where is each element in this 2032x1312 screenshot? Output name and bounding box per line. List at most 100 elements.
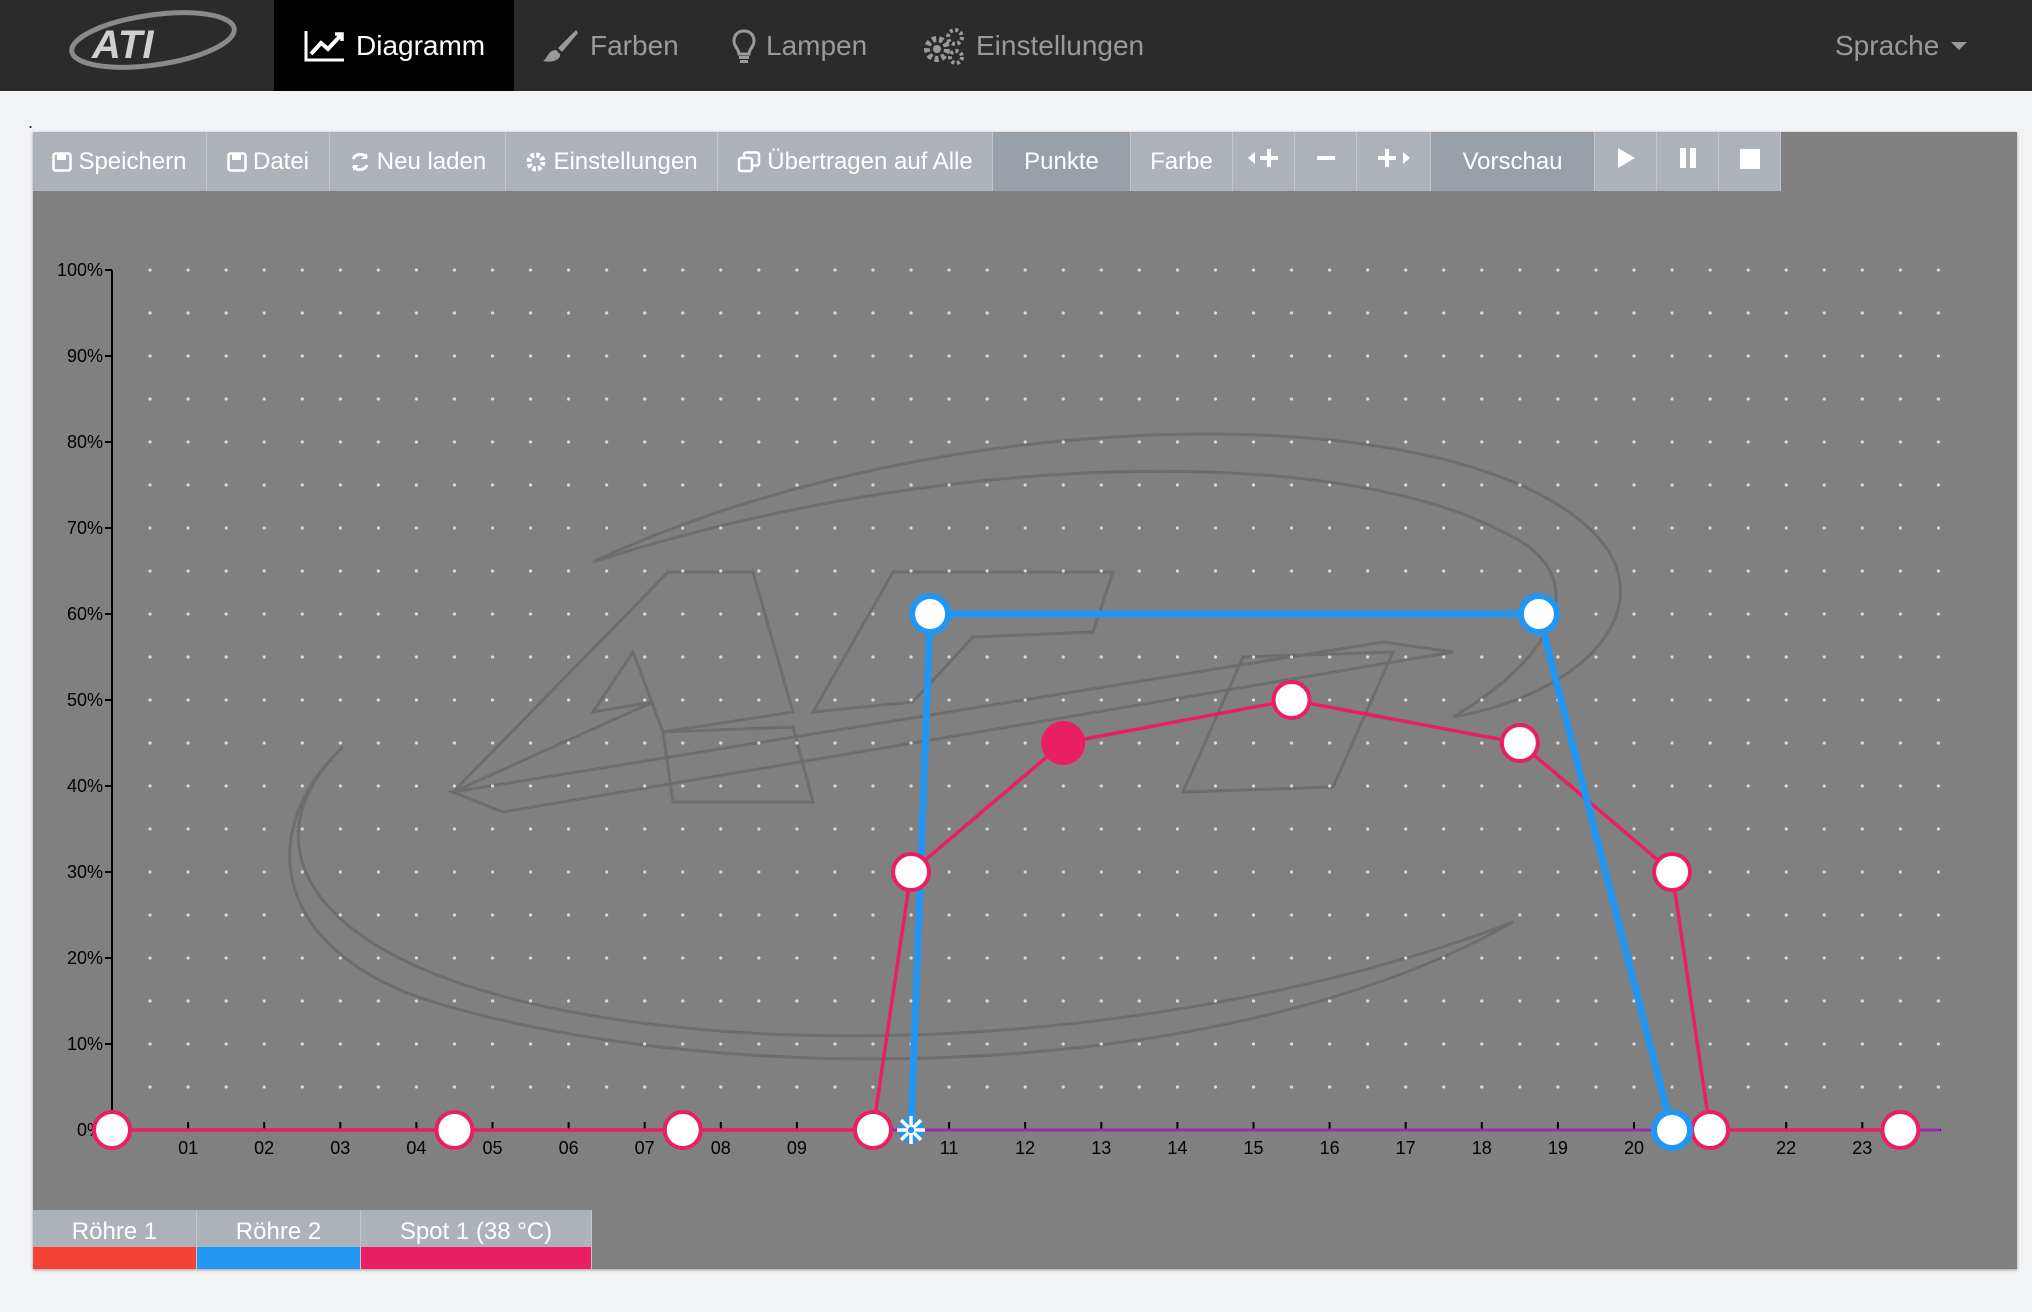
- grid-dot: [947, 655, 951, 659]
- grid-dot: [1594, 999, 1598, 1003]
- grid-dot: [1556, 999, 1560, 1003]
- grid-dot: [947, 397, 951, 401]
- grid-dot: [909, 741, 913, 745]
- gear-icon: [525, 151, 547, 173]
- selected-point-roehre-2[interactable]: [897, 1116, 926, 1144]
- grid-dot: [1366, 440, 1370, 444]
- grid-dot: [1480, 870, 1484, 874]
- grid-dot: [490, 870, 495, 874]
- grid-dot: [1061, 1085, 1065, 1089]
- y-tick-label: 60%: [67, 604, 103, 624]
- points-mode-button[interactable]: Punkte: [993, 132, 1131, 191]
- grid-dot: [1708, 999, 1712, 1003]
- grid-dot: [909, 827, 913, 831]
- grid-dot: [605, 784, 609, 788]
- grid-dot: [528, 827, 533, 831]
- stop-button[interactable]: [1719, 132, 1781, 191]
- language-dropdown[interactable]: Sprache: [1835, 0, 1968, 91]
- grid-dot: [376, 741, 380, 745]
- nav-tab-diagramm[interactable]: Diagramm: [274, 0, 514, 91]
- grid-dot: [528, 999, 533, 1003]
- light-curve-chart[interactable]: 0%10%20%30%40%50%60%70%80%90%100%01 02 03 0…: [33, 132, 2017, 1269]
- add-point-left-button[interactable]: [1233, 132, 1295, 191]
- data-point-spot-1[interactable]: [891, 852, 932, 892]
- data-point-roehre-2[interactable]: [909, 593, 952, 635]
- legend-item-roehre-2[interactable]: Röhre 2: [197, 1210, 361, 1269]
- grid-dot: [1746, 526, 1750, 530]
- y-tick-label: 10%: [67, 1034, 103, 1054]
- grid-dot: [985, 741, 989, 745]
- grid-dot: [1404, 784, 1408, 788]
- grid-dot: [1251, 483, 1256, 487]
- grid-dot: [1594, 698, 1598, 702]
- grid-dot: [643, 698, 647, 702]
- save-button[interactable]: Speichern: [33, 132, 207, 191]
- legend-item-spot-1[interactable]: Spot 1 (38 °C): [361, 1210, 592, 1269]
- color-mode-button[interactable]: Farbe: [1131, 132, 1233, 191]
- ati-logo[interactable]: ATI: [58, 4, 240, 84]
- data-point-spot-1[interactable]: [1499, 723, 1540, 763]
- grid-dot: [1251, 526, 1256, 530]
- file-button[interactable]: Datei: [207, 132, 330, 191]
- remove-point-button[interactable]: [1295, 132, 1357, 191]
- grid-dot: [376, 784, 380, 788]
- nav-tab-farben[interactable]: Farben: [540, 0, 679, 91]
- data-point-roehre-2[interactable]: [1651, 1109, 1694, 1151]
- grid-dot: [1670, 268, 1674, 272]
- grid-dot: [414, 827, 418, 831]
- grid-dot: [947, 569, 951, 573]
- data-point-spot-1[interactable]: [1652, 852, 1693, 892]
- nav-tab-lampen[interactable]: Lampen: [732, 0, 867, 91]
- play-button[interactable]: [1595, 132, 1657, 191]
- legend-item-roehre-1[interactable]: Röhre 1: [33, 1210, 197, 1269]
- data-point-spot-1[interactable]: [1690, 1110, 1731, 1150]
- grid-dot: [1289, 311, 1294, 315]
- transfer-to-all-button[interactable]: Übertragen auf Alle: [718, 132, 993, 191]
- grid-dot: [605, 741, 609, 745]
- grid-dot: [1708, 784, 1712, 788]
- nav-tab-einstellungen[interactable]: Einstellungen: [922, 0, 1144, 91]
- grid-dot: [1518, 1042, 1522, 1046]
- grid-dot: [414, 741, 418, 745]
- grid-dot: [148, 440, 152, 444]
- grid-dot: [1518, 311, 1522, 315]
- grid-dot: [1822, 698, 1826, 702]
- grid-dot: [1708, 483, 1712, 487]
- data-point-spot-1[interactable]: [1880, 1110, 1921, 1150]
- grid-dot: [795, 784, 799, 788]
- grid-dot: [414, 311, 418, 315]
- data-point-spot-1[interactable]: [1041, 721, 1086, 765]
- data-point-spot-1[interactable]: [853, 1110, 893, 1150]
- grid-dot: [1594, 526, 1598, 530]
- grid-dot: [719, 1042, 723, 1046]
- data-point-spot-1[interactable]: [434, 1110, 475, 1150]
- grid-dot: [490, 741, 495, 745]
- grid-dot: [681, 569, 685, 573]
- grid-dot: [1366, 268, 1370, 272]
- x-tick-label: 16: [1320, 1138, 1340, 1158]
- grid-dot: [643, 655, 647, 659]
- grid-dot: [490, 784, 495, 788]
- reload-button[interactable]: Neu laden: [330, 132, 506, 191]
- grid-dot: [1137, 268, 1141, 272]
- grid-dot: [909, 397, 913, 401]
- grid-dot: [643, 268, 647, 272]
- grid-dot: [1213, 870, 1218, 874]
- grid-dot: [1632, 827, 1636, 831]
- grid-dot: [300, 784, 304, 788]
- grid-dot: [376, 655, 380, 659]
- settings-button[interactable]: Einstellungen: [506, 132, 718, 191]
- data-point-spot-1[interactable]: [1271, 680, 1312, 720]
- data-point-spot-1[interactable]: [92, 1110, 132, 1150]
- data-point-spot-1[interactable]: [662, 1110, 703, 1150]
- grid-dot: [1556, 268, 1560, 272]
- grid-dot: [1670, 526, 1674, 530]
- grid-dot: [757, 913, 761, 917]
- data-point-roehre-2[interactable]: [1517, 593, 1560, 635]
- grid-dot: [1594, 913, 1598, 917]
- pause-button[interactable]: [1657, 132, 1719, 191]
- floppy-icon: [227, 151, 247, 172]
- grid-dot: [1898, 1085, 1902, 1089]
- grid-dot: [1594, 440, 1598, 444]
- add-point-right-button[interactable]: [1357, 132, 1431, 191]
